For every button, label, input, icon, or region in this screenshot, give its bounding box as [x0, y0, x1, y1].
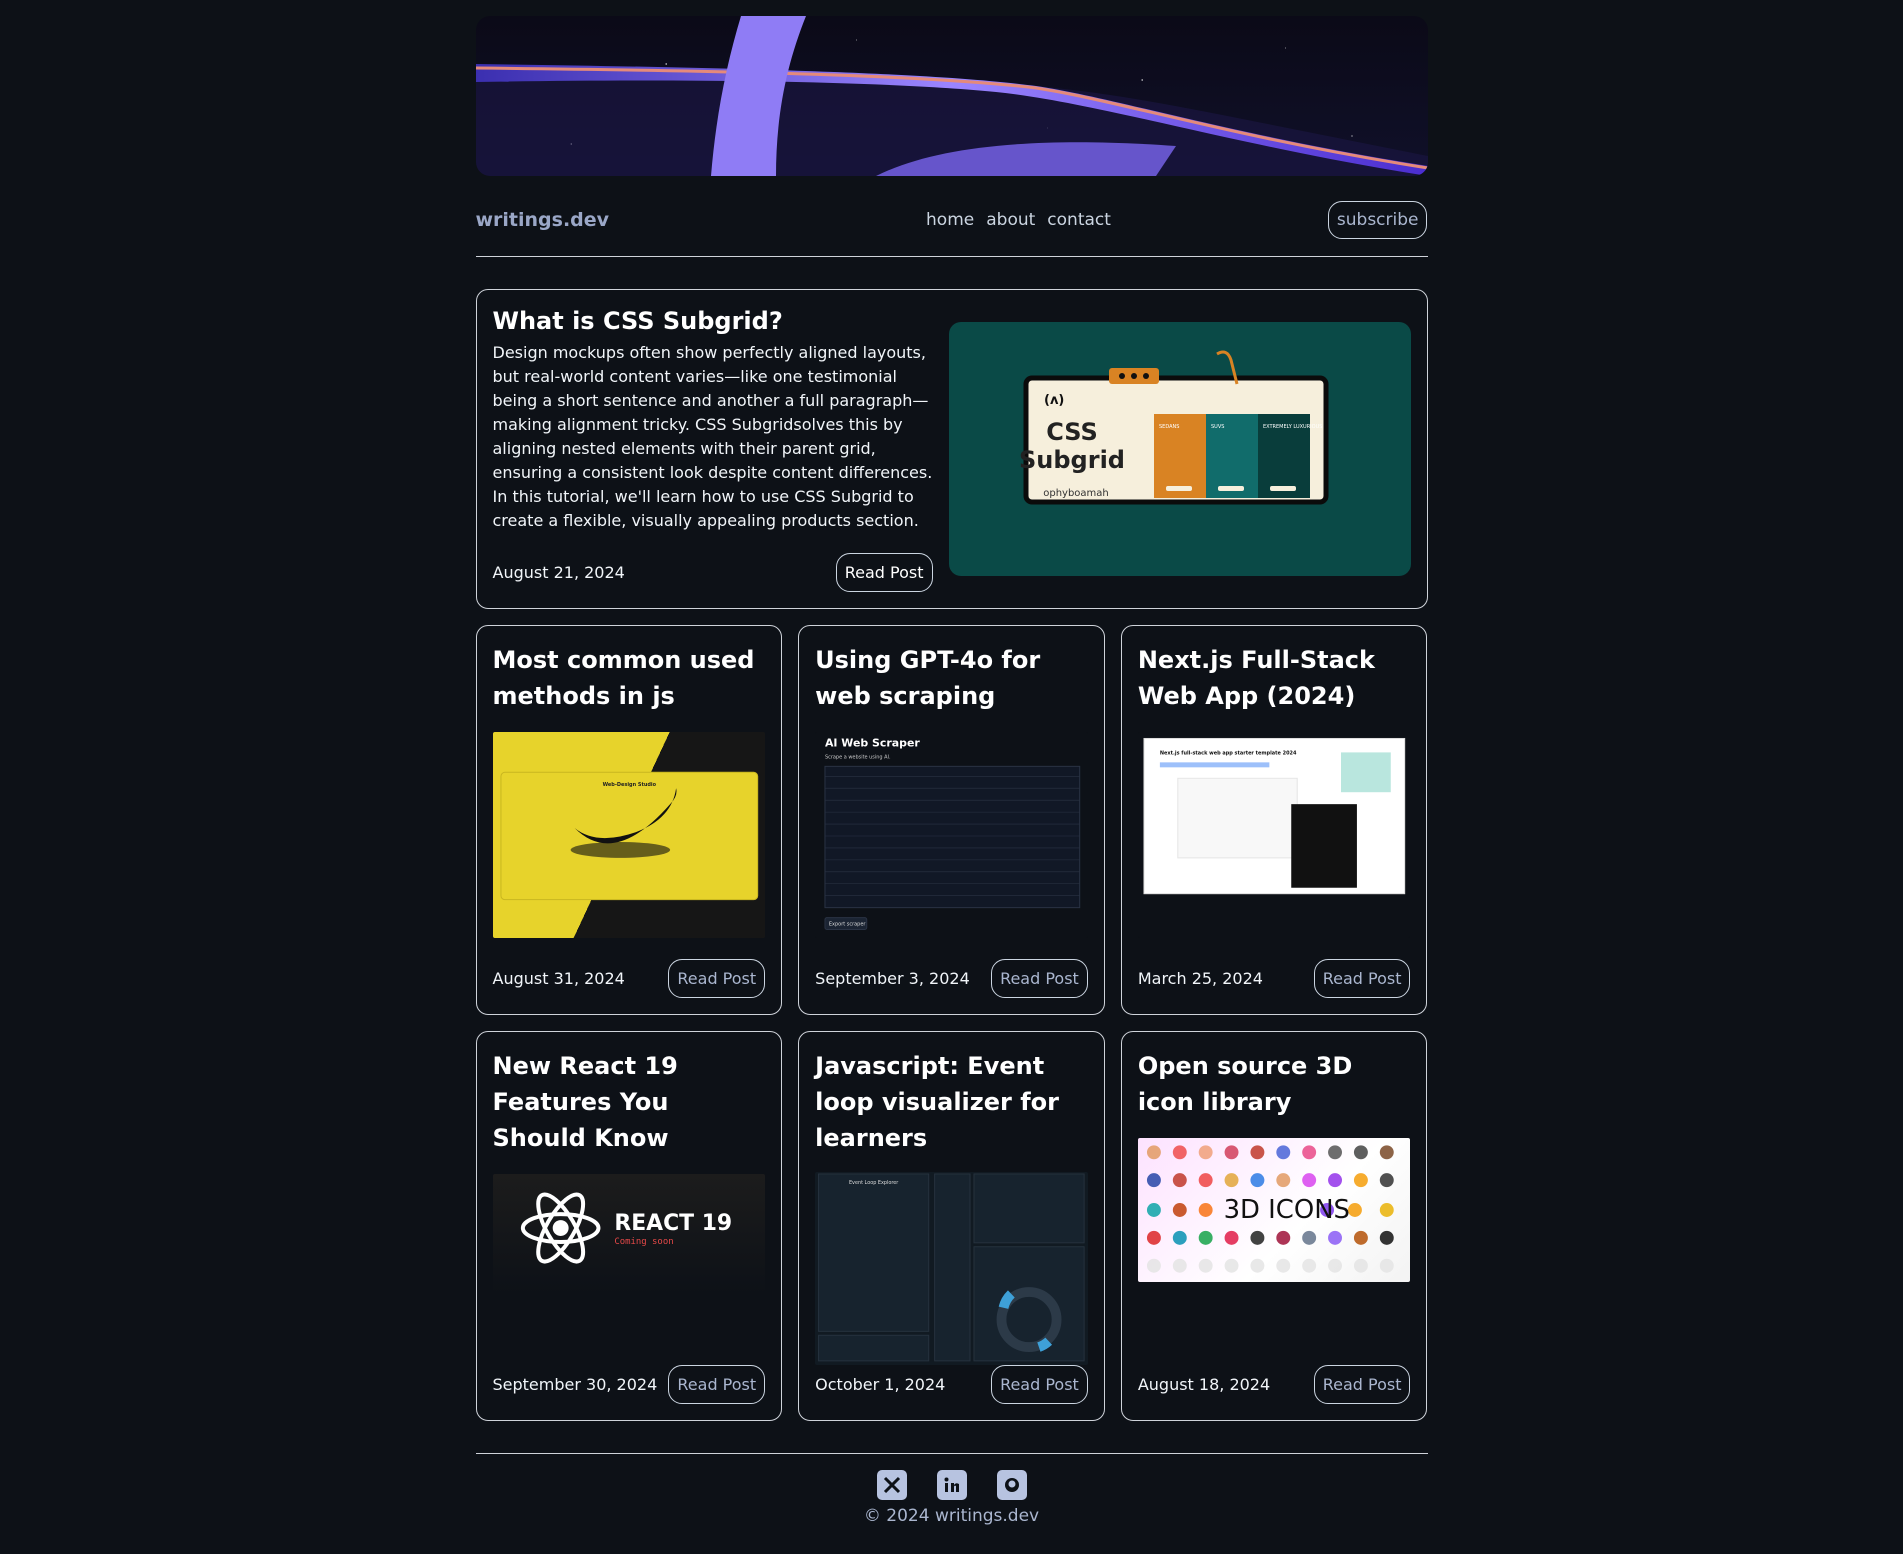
read-post-button[interactable]: Read Post	[991, 1365, 1088, 1404]
github-icon[interactable]	[996, 1470, 1027, 1500]
thumb-sub: Scrape a website using AI.	[825, 754, 891, 760]
site-footer: © 2024 writings.dev	[475, 1453, 1428, 1526]
post-title[interactable]: Javascript: Event loop visualizer for le…	[815, 1048, 1088, 1154]
thumb-heading: 3D ICONS	[1223, 1195, 1349, 1225]
thumb-button: Export scraper	[829, 922, 866, 928]
thumb-heading: AI Web Scraper	[825, 736, 920, 749]
post-meta: September 30, 2024 Read Post	[493, 1365, 766, 1404]
illustration-title-1: CSS	[1046, 418, 1098, 446]
read-post-button[interactable]: Read Post	[991, 959, 1088, 998]
site-logo[interactable]: writings.dev	[476, 209, 610, 231]
react-logo-icon	[520, 1192, 600, 1264]
post-date: August 18, 2024	[1137, 1375, 1271, 1394]
post-title[interactable]: New React 19 Features You Should Know	[493, 1048, 766, 1156]
post-thumbnail[interactable]: Event Loop Explorer	[815, 1172, 1088, 1365]
post-excerpt: Design mockups often show perfectly alig…	[492, 343, 933, 531]
post-title[interactable]: What is CSS Subgrid?	[493, 306, 933, 337]
svg-text:(ʌ): (ʌ)	[1044, 393, 1064, 408]
thumb-heading: Next.js full-stack web app starter templ…	[1160, 750, 1297, 756]
post-title[interactable]: Most common used methods in js	[493, 642, 766, 714]
illustration-col-1: SEDANS	[1159, 424, 1179, 430]
thumb-caption: Web-Design Studio	[602, 782, 656, 788]
post-card: Using GPT-4o for web scraping AI Web Scr…	[798, 625, 1105, 1015]
hero-banner	[475, 16, 1428, 176]
read-post-button[interactable]: Read Post	[835, 553, 933, 592]
post-date: August 21, 2024	[492, 563, 625, 582]
post-title[interactable]: Open source 3D icon library	[1138, 1048, 1411, 1120]
illustration-col-2: SUVS	[1211, 424, 1224, 430]
css-subgrid-illustration: (ʌ) CSS Subgrid ophyboamah SEDANS SUVS E…	[1019, 350, 1328, 505]
x-icon[interactable]	[876, 1470, 907, 1500]
post-thumbnail[interactable]: REACT 19 Coming soon	[492, 1174, 766, 1294]
post-card: Javascript: Event loop visualizer for le…	[798, 1031, 1105, 1421]
illustration-col-3: EXTREMELY LUXURIOUS	[1263, 424, 1322, 430]
thumb-sub: Coming soon	[614, 1237, 673, 1247]
nav-home[interactable]: home	[926, 210, 974, 230]
post-meta: August 21, 2024 Read Post	[493, 553, 933, 592]
subscribe-button[interactable]: subscribe	[1327, 201, 1428, 239]
featured-post-card: What is CSS Subgrid? Design mockups ofte…	[475, 289, 1428, 609]
thumb-heading: REACT 19	[614, 1211, 732, 1236]
read-post-button[interactable]: Read Post	[1313, 1365, 1411, 1404]
copyright-text: © 2024 writings.dev	[863, 1506, 1040, 1526]
post-thumbnail[interactable]: Web-Design Studio	[492, 732, 766, 938]
post-date: October 1, 2024	[815, 1375, 946, 1394]
post-meta: August 31, 2024 Read Post	[493, 959, 766, 998]
nav-contact[interactable]: contact	[1047, 210, 1111, 230]
post-meta: October 1, 2024 Read Post	[815, 1365, 1088, 1404]
post-card: Open source 3D icon library 3D ICONS Aug…	[1120, 1031, 1428, 1421]
illustration-title-2: Subgrid	[1019, 446, 1125, 474]
post-card: Next.js Full-Stack Web App (2024) Next.j…	[1120, 625, 1428, 1015]
post-meta: September 3, 2024 Read Post	[815, 959, 1088, 998]
site-header: writings.dev home about contact subscrib…	[475, 184, 1428, 257]
post-card: Most common used methods in js Web-Desig…	[475, 625, 783, 1015]
featured-post-image[interactable]: (ʌ) CSS Subgrid ophyboamah SEDANS SUVS E…	[948, 322, 1411, 576]
social-links	[476, 1470, 1428, 1500]
read-post-button[interactable]: Read Post	[1313, 959, 1411, 998]
post-date: September 3, 2024	[815, 969, 970, 988]
read-post-button[interactable]: Read Post	[668, 959, 766, 998]
post-card: New React 19 Features You Should Know RE…	[475, 1031, 783, 1421]
featured-post-text: What is CSS Subgrid? Design mockups ofte…	[493, 306, 933, 592]
linkedin-icon[interactable]	[936, 1470, 967, 1500]
post-thumbnail[interactable]: Next.js full-stack web app starter templ…	[1137, 732, 1411, 938]
post-thumbnail[interactable]: 3D ICONS	[1137, 1138, 1411, 1282]
post-title[interactable]: Using GPT-4o for web scraping	[815, 642, 1088, 714]
banner-artwork	[475, 16, 1428, 176]
post-meta: March 25, 2024 Read Post	[1138, 959, 1411, 998]
read-post-button[interactable]: Read Post	[668, 1365, 766, 1404]
thumb-heading: Event Loop Explorer	[849, 1180, 899, 1186]
post-grid: Most common used methods in js Web-Desig…	[475, 625, 1428, 1421]
nav-about[interactable]: about	[986, 210, 1035, 230]
post-date: March 25, 2024	[1137, 969, 1263, 988]
illustration-author: ophyboamah	[1043, 488, 1109, 499]
post-date: September 30, 2024	[492, 1375, 658, 1394]
post-thumbnail[interactable]: AI Web Scraper Scrape a website using AI…	[815, 732, 1088, 938]
post-title[interactable]: Next.js Full-Stack Web App (2024)	[1138, 642, 1411, 714]
page: writings.dev home about contact subscrib…	[475, 0, 1428, 1526]
main-nav: home about contact	[926, 210, 1111, 230]
post-date: August 31, 2024	[492, 969, 625, 988]
post-meta: August 18, 2024 Read Post	[1138, 1365, 1411, 1404]
